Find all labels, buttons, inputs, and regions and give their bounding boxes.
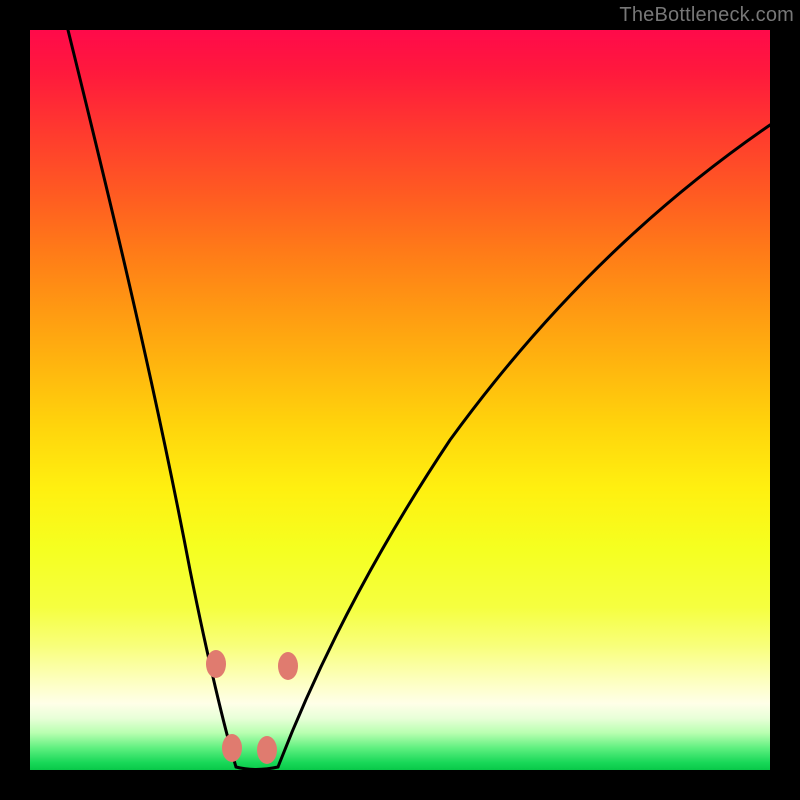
curve-floor bbox=[236, 767, 278, 770]
watermark-text: TheBottleneck.com bbox=[619, 4, 794, 27]
bead-left-upper bbox=[206, 650, 226, 678]
curve-right-branch bbox=[278, 125, 770, 767]
bead-right-lower bbox=[257, 736, 277, 764]
chart-frame: TheBottleneck.com bbox=[0, 0, 800, 800]
bead-left-lower bbox=[222, 734, 242, 762]
plot-area bbox=[30, 30, 770, 770]
bead-right-upper bbox=[278, 652, 298, 680]
curve-layer bbox=[30, 30, 770, 770]
